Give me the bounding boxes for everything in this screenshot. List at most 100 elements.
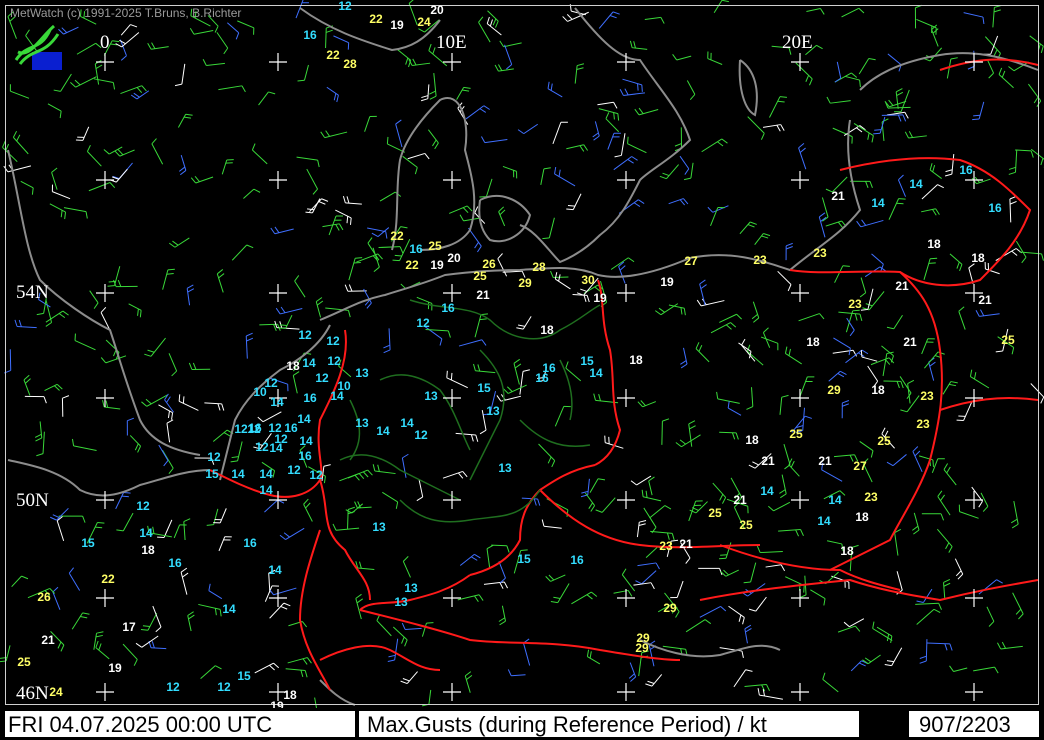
- wind-barb: [1029, 35, 1044, 53]
- wind-barb: [912, 446, 923, 473]
- wind-barb: [779, 474, 787, 499]
- wind-barb: [303, 498, 313, 522]
- gust-value: 16: [303, 391, 317, 405]
- wind-barb: [746, 387, 754, 410]
- wind-barb: [1015, 149, 1034, 158]
- grid-cross: [791, 171, 809, 189]
- gust-value: 13: [394, 595, 408, 609]
- wind-barb: [644, 16, 665, 24]
- gust-value: 16: [535, 371, 549, 385]
- coastlines: [7, 7, 1039, 706]
- gust-value: 22: [101, 572, 115, 586]
- border-hungary: [699, 578, 1039, 602]
- wind-barb: [552, 121, 568, 145]
- wind-barbs: [0, 0, 1044, 722]
- wind-barb: [798, 142, 807, 170]
- wind-barb: [49, 203, 67, 220]
- wind-barb: [870, 357, 895, 366]
- gust-value: 14: [222, 602, 236, 616]
- wind-barb: [34, 421, 43, 442]
- wind-barb: [915, 602, 942, 610]
- wind-barb: [408, 58, 431, 67]
- wind-barb: [783, 444, 791, 470]
- wind-barb: [24, 395, 47, 404]
- gust-value: 23: [848, 297, 862, 311]
- wind-barb: [1008, 149, 1018, 175]
- wind-barb: [279, 527, 305, 540]
- gust-value: 12: [416, 316, 430, 330]
- gust-value: 14: [299, 434, 313, 448]
- gust-value: 23: [920, 389, 934, 403]
- wind-barb: [51, 184, 71, 200]
- wind-barb: [288, 620, 308, 628]
- wind-barb: [751, 301, 760, 323]
- grid-cross: [965, 389, 983, 407]
- wind-barb: [93, 78, 116, 90]
- gust-value: 15: [81, 536, 95, 550]
- wind-barb: [483, 581, 509, 589]
- wind-barb: [186, 284, 195, 306]
- wind-barb: [502, 165, 518, 179]
- wind-barb: [598, 108, 620, 121]
- grid-cross: [791, 284, 809, 302]
- gust-value: 10: [253, 385, 267, 399]
- wind-barb: [859, 277, 867, 298]
- wind-barb: [14, 319, 37, 329]
- wind-barb: [237, 20, 255, 35]
- status-datetime-box: FRI 04.07.2025 00:00 UTC: [4, 710, 356, 738]
- wind-barb: [916, 608, 941, 625]
- grid-cross: [617, 389, 635, 407]
- gust-value: 14: [330, 389, 344, 403]
- status-count-box: 907/2203: [908, 710, 1040, 738]
- wind-barb: [178, 154, 187, 176]
- map-viewer[interactable]: MetWatch (c) 1991-2025 T.Bruns, B.Richte…: [0, 0, 1044, 740]
- gust-value: 15: [237, 669, 251, 683]
- gust-value: 25: [1001, 333, 1015, 347]
- wind-barb: [778, 528, 804, 537]
- wind-barb: [71, 612, 90, 630]
- grid-cross: [965, 53, 983, 71]
- wind-barb: [11, 575, 29, 588]
- gust-value: 24: [49, 685, 63, 699]
- gust-value: 20: [447, 251, 461, 265]
- wind-barb: [743, 562, 757, 584]
- wind-barb: [347, 506, 355, 529]
- gust-value: 14: [259, 467, 273, 481]
- wind-barb: [120, 24, 138, 36]
- grid-cross: [791, 389, 809, 407]
- wind-barb: [762, 124, 785, 132]
- wind-barb: [795, 62, 813, 86]
- gust-value: 29: [635, 641, 649, 655]
- wind-barb: [496, 394, 522, 402]
- wind-barb: [637, 562, 660, 570]
- wind-barb: [538, 443, 556, 468]
- weather-map[interactable]: [0, 0, 1044, 740]
- coastline-genoa: [319, 679, 356, 706]
- wind-barb: [12, 130, 29, 155]
- wind-barb: [491, 544, 510, 553]
- wind-barb: [843, 125, 866, 137]
- wind-barb: [637, 400, 657, 408]
- wind-barb: [354, 501, 372, 509]
- wind-barb: [141, 394, 168, 407]
- wind-barb: [52, 586, 61, 610]
- wind-barb: [216, 32, 229, 55]
- wind-barb: [884, 647, 903, 667]
- wind-barb: [1009, 195, 1017, 223]
- wind-barb: [845, 349, 869, 364]
- wind-barb: [459, 553, 481, 566]
- gust-value: 12: [338, 0, 352, 13]
- wind-barb: [292, 371, 300, 394]
- wind-barb: [712, 482, 727, 504]
- wind-barb: [44, 383, 63, 392]
- gust-value: 12: [247, 422, 261, 436]
- wind-barb: [429, 72, 437, 100]
- wind-barb: [675, 434, 701, 448]
- gust-value: 12: [136, 499, 150, 513]
- gust-value: 19: [430, 258, 444, 272]
- gust-value: 16: [303, 28, 317, 42]
- wind-barb: [547, 81, 563, 98]
- wind-barb: [115, 491, 131, 510]
- wind-barb: [295, 0, 309, 19]
- wind-barb: [507, 669, 526, 677]
